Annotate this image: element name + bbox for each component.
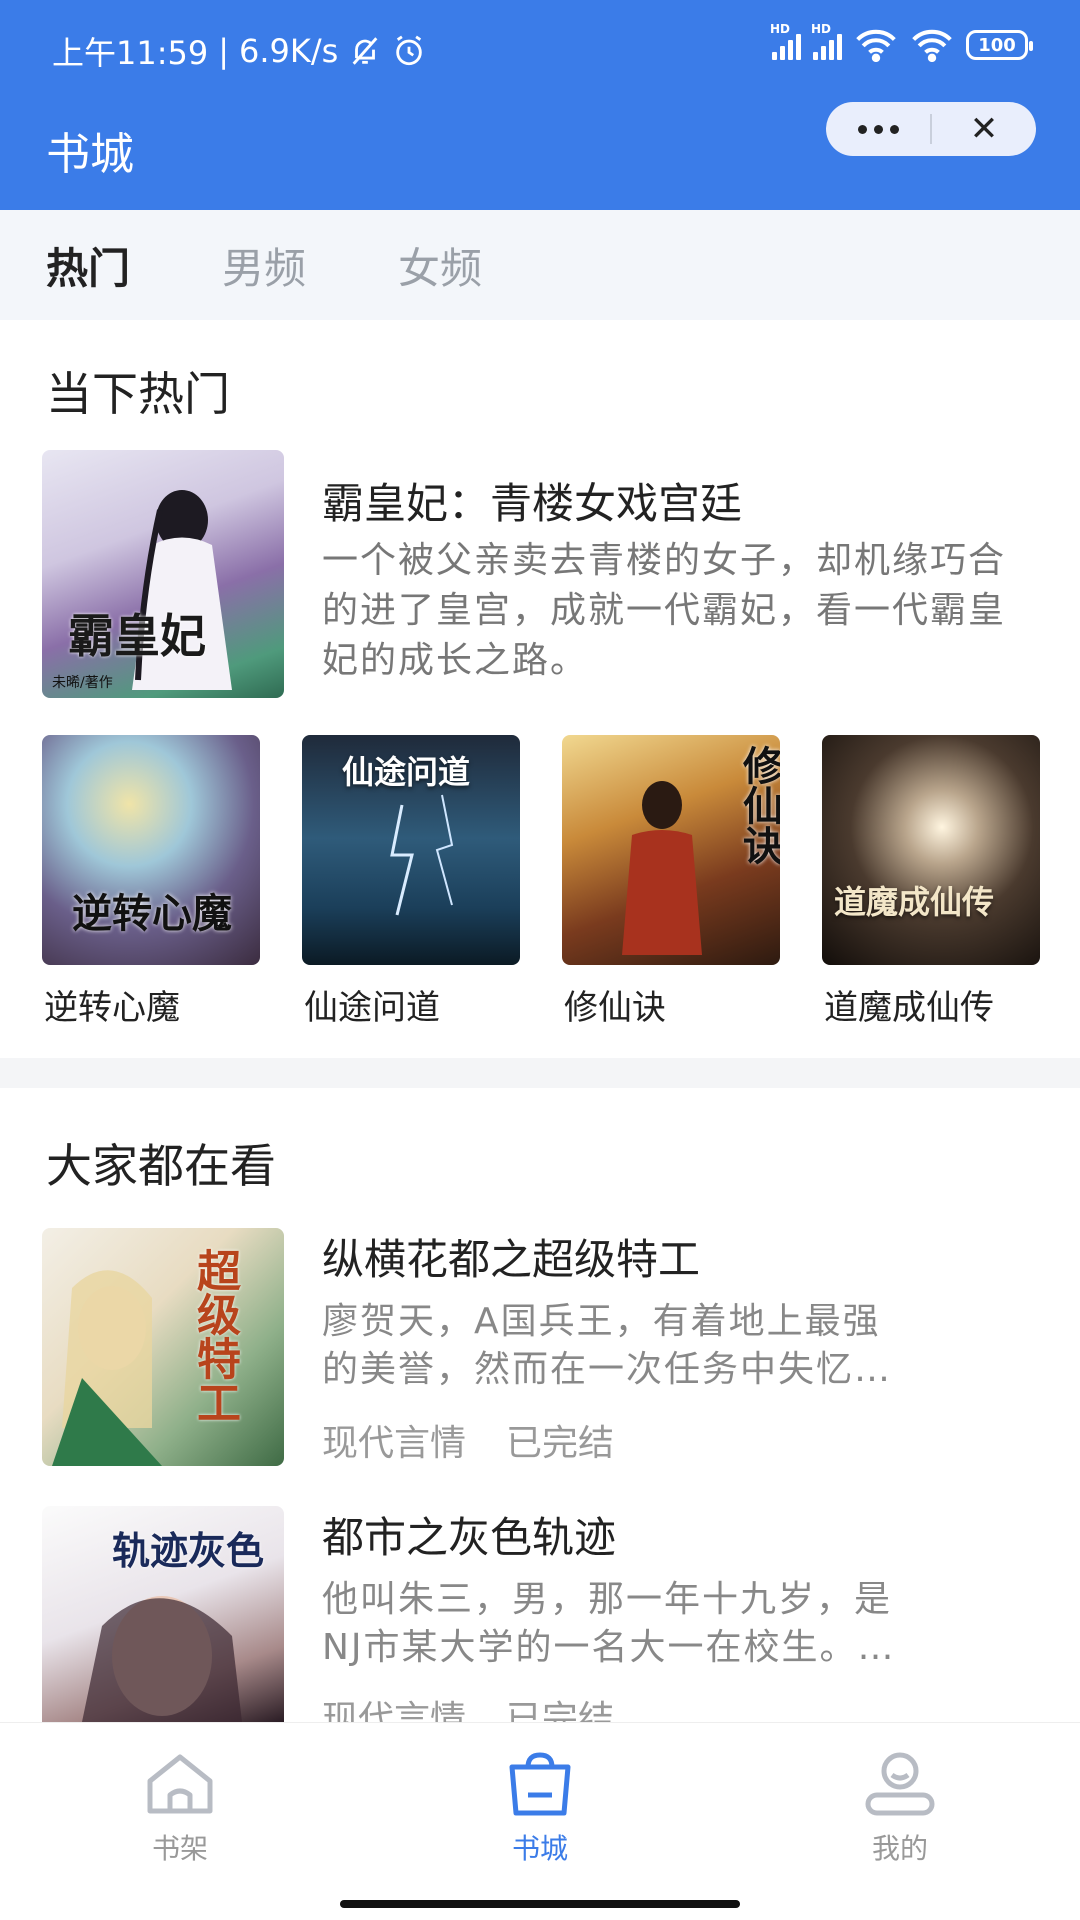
grid-book-title[interactable]: 道魔成仙传 xyxy=(824,980,994,1029)
cover-title: 道魔成仙传 xyxy=(834,883,995,921)
home-icon xyxy=(147,1754,213,1814)
close-button[interactable]: ✕ xyxy=(932,102,1036,156)
nav-label: 书架 xyxy=(151,1832,208,1865)
status-speed: 6.9K/s xyxy=(239,32,339,70)
featured-book-cover[interactable]: 霸皇妃 未晞/著作 xyxy=(42,450,284,698)
cover-title: 逆转心魔 xyxy=(72,890,232,937)
signal-icon: HD xyxy=(770,22,801,60)
user-icon xyxy=(865,1752,935,1816)
section-title-popular: 大家都在看 xyxy=(46,1139,276,1193)
page: 上午11:59 | 6.9K/s HD HD 100 书城 ✕ 热门 男频 女频… xyxy=(0,0,1080,1920)
status-bar: 上午11:59 | 6.9K/s HD HD 100 xyxy=(0,0,1080,100)
home-indicator[interactable] xyxy=(340,1900,740,1908)
tab-male[interactable]: 男频 xyxy=(222,235,306,296)
list-book-title[interactable]: 都市之灰色轨迹 xyxy=(322,1504,616,1565)
signal-icon-2: HD xyxy=(811,22,842,60)
page-title: 书城 xyxy=(46,129,134,180)
nav-label: 我的 xyxy=(871,1832,928,1865)
status-separator: | xyxy=(218,32,230,70)
cover-title: 轨迹灰色 xyxy=(112,1528,265,1573)
status-left: 上午11:59 | 6.9K/s xyxy=(52,28,426,74)
status-tag: 已完结 xyxy=(506,1423,615,1464)
mute-bell-icon xyxy=(352,37,378,65)
list-book-cover[interactable]: 轨迹灰色 xyxy=(42,1506,284,1722)
battery-level: 100 xyxy=(978,34,1016,56)
cover-figure-art xyxy=(52,1270,162,1466)
nav-item-bookstore[interactable]: 书城 xyxy=(440,1751,640,1867)
featured-book-desc: 一个被父亲卖去青楼的女子，却机缘巧合的进了皇宫，成就一代霸妃，看一代霸皇妃的成长… xyxy=(322,540,1007,681)
cover-title: 超级特工 xyxy=(189,1248,240,1424)
grid-book-title[interactable]: 修仙诀 xyxy=(564,980,666,1029)
cover-title: 修仙诀 xyxy=(736,745,780,865)
tab-hot[interactable]: 热门 xyxy=(46,235,130,296)
cover-author: 未晞/著作 xyxy=(52,675,113,691)
desc-line: NJ市某大学的一名大一在校生。… xyxy=(322,1627,896,1668)
mini-program-capsule: ✕ xyxy=(826,102,1036,156)
grid-book-cover[interactable]: 道魔成仙传 xyxy=(822,735,1040,965)
battery-icon: 100 xyxy=(966,30,1033,60)
alarm-icon xyxy=(396,35,423,66)
bottom-nav: 书架 书城 我的 xyxy=(0,1722,1080,1920)
wifi-icon xyxy=(856,29,896,62)
nav-label: 书城 xyxy=(511,1832,568,1865)
more-dot-icon xyxy=(873,124,883,134)
app-header: 上午11:59 | 6.9K/s HD HD 100 书城 ✕ xyxy=(0,0,1080,210)
nav-item-mine[interactable]: 我的 xyxy=(800,1751,1000,1867)
status-time: 上午11:59 xyxy=(52,34,209,72)
more-dot-icon xyxy=(889,124,899,134)
nav-item-bookshelf[interactable]: 书架 xyxy=(80,1751,280,1867)
grid-book-cover[interactable]: 仙途问道 xyxy=(302,735,520,965)
tab-female[interactable]: 女频 xyxy=(398,235,482,296)
status-right: HD HD 100 xyxy=(770,22,1033,62)
more-dot-icon xyxy=(857,124,867,134)
grid-book-title[interactable]: 逆转心魔 xyxy=(44,980,180,1029)
more-button[interactable] xyxy=(826,102,930,156)
desc-line: 的美誉，然而在一次任务中失忆… xyxy=(322,1349,893,1390)
grid-book-cover[interactable]: 修仙诀 xyxy=(562,735,780,965)
section-title-hot: 当下热门 xyxy=(46,367,230,421)
cover-title: 霸皇妃 xyxy=(68,609,206,663)
cover-title: 仙途问道 xyxy=(342,753,471,791)
category-tabs: 热门 男频 女频 xyxy=(0,210,1080,320)
list-book-desc: 廖贺天，A国兵王，有着地上最强 的美誉，然而在一次任务中失忆… xyxy=(322,1298,1022,1394)
desc-line: 他叫朱三，男，那一年十九岁，是 xyxy=(322,1579,893,1620)
section-divider xyxy=(0,1058,1080,1088)
list-book-tags: 现代言情 已完结 xyxy=(322,1414,614,1466)
list-book-title[interactable]: 纵横花都之超级特工 xyxy=(322,1226,700,1287)
list-book-desc: 他叫朱三，男，那一年十九岁，是 NJ市某大学的一名大一在校生。… xyxy=(322,1576,1022,1672)
genre-tag: 现代言情 xyxy=(322,1423,467,1464)
grid-book-title[interactable]: 仙途问道 xyxy=(304,980,440,1029)
grid-book-cover[interactable]: 逆转心魔 xyxy=(42,735,260,965)
close-icon: ✕ xyxy=(969,109,999,149)
featured-book-title[interactable]: 霸皇妃：青楼女戏宫廷 xyxy=(322,470,742,531)
shopping-bag-icon xyxy=(509,1752,571,1816)
list-book-cover[interactable]: 超级特工 xyxy=(42,1228,284,1466)
wifi-icon-2 xyxy=(912,29,952,62)
desc-line: 廖贺天，A国兵王，有着地上最强 xyxy=(322,1301,881,1342)
